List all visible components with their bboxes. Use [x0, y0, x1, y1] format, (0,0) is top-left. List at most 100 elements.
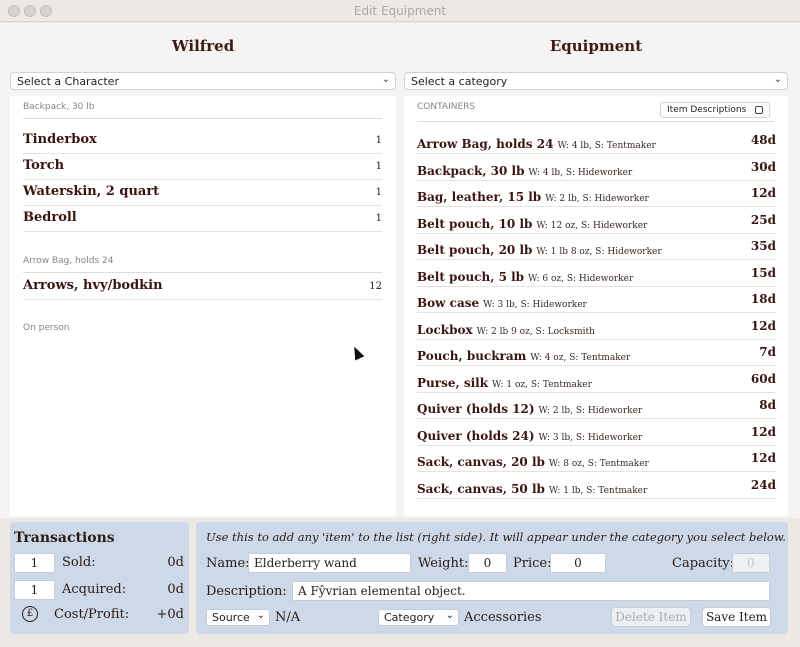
equipment-item-price: 25d: [750, 212, 776, 227]
delete-item-button[interactable]: Delete Item: [611, 607, 691, 627]
chevron-down-icon: ⌄: [381, 74, 390, 85]
equipment-item-meta: W: 12 oz, S: Hideworker: [536, 220, 648, 231]
character-select[interactable]: Select a Character ⌄: [10, 72, 396, 90]
character-inventory-panel: Backpack, 30 lb Tinderbox 1 Torch 1 Wate…: [10, 96, 396, 516]
equipment-item[interactable]: Quiver (holds 24) W: 3 lb, S: Hideworker 1…: [417, 420, 776, 446]
item-descriptions-toggle[interactable]: Item Descriptions: [660, 102, 770, 118]
toggle-label: Item Descriptions: [667, 105, 747, 115]
description-field[interactable]: A Fŷvrian elemental object.: [292, 581, 770, 601]
category-dropdown-label: Category: [384, 611, 435, 624]
equipment-item[interactable]: Purse, silk W: 1 oz, S: Tentmaker 60d: [417, 367, 776, 393]
sold-qty-field[interactable]: 1: [14, 553, 55, 573]
price-label: Price:: [513, 556, 552, 571]
equipment-item-price: 15d: [750, 265, 776, 280]
divider: [417, 121, 774, 122]
sold-label: Sold:: [62, 555, 96, 570]
equipment-item-line: Belt pouch, 5 lb W: 6 oz, S: Hideworker: [417, 266, 633, 285]
equipment-item-meta: W: 1 lb, S: Tentmaker: [548, 485, 648, 496]
category-label: CONTAINERS: [417, 102, 476, 112]
character-select-label: Select a Character: [17, 75, 119, 88]
equipment-item-name: Purse, silk: [417, 375, 489, 390]
equipment-item[interactable]: Belt pouch, 20 lb W: 1 lb 8 oz, S: Hidewo…: [417, 234, 776, 260]
equipment-item-line: Sack, canvas, 20 lb W: 8 oz, S: Tentmaker: [417, 451, 649, 470]
equipment-title: Equipment: [549, 37, 643, 55]
equipment-item[interactable]: Quiver (holds 12) W: 2 lb, S: Hideworker 8…: [417, 393, 776, 419]
equipment-item-name: Sack, canvas, 20 lb: [417, 455, 545, 469]
equipment-item-meta: W: 2 lb 9 oz, S: Locksmith: [476, 326, 595, 337]
capacity-label: Capacity:: [672, 556, 735, 571]
equipment-item-price: 7d: [759, 345, 776, 359]
price-field[interactable]: 0: [550, 553, 606, 573]
item-name: Bedroll: [23, 210, 77, 225]
equipment-item-line: Lockbox W: 2 lb 9 oz, S: Locksmith: [417, 319, 595, 338]
equipment-item-price: 12d: [750, 451, 776, 465]
equipment-item-name: Backpack, 30 lb: [417, 163, 525, 178]
equipment-item-meta: W: 4 oz, S: Tentmaker: [530, 353, 631, 363]
inventory-item[interactable]: Torch 1: [23, 154, 382, 180]
chevron-down-icon: ⌄: [773, 74, 782, 85]
transactions-panel: Transactions 1 Sold: 0d 1 Acquired: 0d £…: [10, 522, 189, 634]
equipment-item-line: Quiver (holds 12) W: 2 lb, S: Hideworker: [417, 398, 642, 417]
equipment-item-price: 18d: [750, 292, 776, 306]
equipment-item[interactable]: Lockbox W: 2 lb 9 oz, S: Locksmith 12d: [417, 314, 776, 340]
equipment-item-line: Purse, silk W: 1 oz, S: Tentmaker: [417, 372, 592, 391]
inventory-item[interactable]: Tinderbox 1: [23, 128, 382, 154]
item-qty: 1: [375, 161, 382, 172]
group-label: On person: [23, 323, 70, 333]
description-label: Description:: [206, 584, 287, 599]
window-title: Edit Equipment: [353, 4, 447, 18]
equipment-item[interactable]: Bow case W: 3 lb, S: Hideworker 18d: [417, 287, 776, 313]
chevron-down-icon: ⌄: [256, 610, 265, 621]
item-name: Arrows, hvy/bodkin: [23, 278, 163, 293]
equipment-item-name: Belt pouch, 20 lb: [417, 243, 533, 257]
source-value: N/A: [275, 610, 301, 625]
equipment-item-meta: W: 3 lb, S: Hideworker: [483, 300, 587, 310]
equipment-item[interactable]: Bag, leather, 15 lb W: 2 lb, S: Hideworke…: [417, 181, 776, 207]
equipment-item-meta: W: 2 lb, S: Hideworker: [545, 194, 649, 204]
equipment-list-panel: CONTAINERS Item Descriptions Arrow Bag, …: [404, 96, 788, 516]
inventory-item[interactable]: Bedroll 1: [23, 206, 382, 232]
equipment-item-name: Lockbox: [417, 322, 473, 337]
inventory-item[interactable]: Waterskin, 2 quart 1: [23, 180, 382, 206]
category-select[interactable]: Select a category ⌄: [404, 72, 788, 90]
inventory-item[interactable]: Arrows, hvy/bodkin 12: [23, 274, 382, 300]
item-qty: 1: [375, 135, 382, 146]
equipment-item-name: Pouch, buckram: [417, 349, 527, 363]
character-name: Wilfred: [171, 37, 235, 55]
equipment-item-name: Arrow Bag, holds 24: [417, 137, 554, 151]
sold-value: 0d: [167, 555, 184, 570]
weight-field[interactable]: 0: [468, 553, 507, 573]
equipment-item-name: Quiver (holds 24): [417, 428, 535, 443]
acquired-value: 0d: [167, 582, 184, 597]
equipment-item[interactable]: Sack, canvas, 50 lb W: 1 lb, S: Tentmaker…: [417, 473, 776, 499]
equipment-item-name: Belt pouch, 5 lb: [417, 269, 525, 284]
save-item-button[interactable]: Save Item: [702, 607, 771, 627]
checkbox[interactable]: [755, 106, 763, 114]
item-name: Torch: [23, 158, 65, 173]
group-label: Arrow Bag, holds 24: [23, 256, 114, 266]
equipment-item-name: Sack, canvas, 50 lb: [417, 481, 545, 496]
capacity-field[interactable]: 0: [732, 553, 770, 573]
transactions-title: Transactions: [14, 530, 115, 546]
name-field[interactable]: Elderberry wand: [248, 553, 411, 573]
category-value: Accessories: [464, 610, 542, 625]
equipment-item[interactable]: Belt pouch, 10 lb W: 12 oz, S: Hideworker…: [417, 208, 776, 234]
equipment-item[interactable]: Sack, canvas, 20 lb W: 8 oz, S: Tentmaker…: [417, 446, 776, 472]
equipment-item-price: 48d: [750, 133, 776, 147]
equipment-item[interactable]: Arrow Bag, holds 24 W: 4 lb, S: Tentmaker…: [417, 128, 776, 154]
equipment-item-meta: W: 1 oz, S: Tentmaker: [492, 379, 592, 390]
equipment-item-meta: W: 4 lb, S: Tentmaker: [557, 141, 656, 151]
equipment-item-meta: W: 1 lb 8 oz, S: Hideworker: [536, 247, 662, 257]
equipment-item[interactable]: Backpack, 30 lb W: 4 lb, S: Hideworker 30d: [417, 155, 776, 181]
equipment-item[interactable]: Belt pouch, 5 lb W: 6 oz, S: Hideworker 15…: [417, 261, 776, 287]
equipment-item-meta: W: 2 lb, S: Hideworker: [538, 406, 643, 416]
weight-label: Weight:: [418, 556, 469, 571]
equipment-item-line: Belt pouch, 20 lb W: 1 lb 8 oz, S: Hidewo…: [417, 239, 662, 258]
equipment-item-price: 60d: [750, 371, 776, 386]
pound-coin-icon[interactable]: £: [22, 606, 38, 622]
divider: [23, 118, 382, 119]
equipment-item[interactable]: Pouch, buckram W: 4 oz, S: Tentmaker 7d: [417, 340, 776, 366]
source-select[interactable]: Source ⌄: [206, 609, 270, 626]
category-dropdown[interactable]: Category ⌄: [378, 609, 459, 626]
acquired-qty-field[interactable]: 1: [14, 580, 55, 600]
